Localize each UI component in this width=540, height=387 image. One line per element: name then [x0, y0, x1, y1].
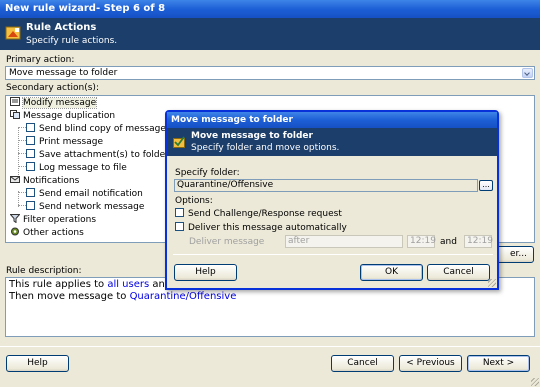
dialog-cancel-button[interactable]: Cancel — [427, 264, 490, 281]
checkbox-print-message[interactable] — [26, 136, 35, 145]
deliver-message-label: Deliver message — [189, 237, 265, 247]
option-challenge-row[interactable]: Send Challenge/Response request — [175, 208, 342, 219]
checkbox-challenge-response[interactable] — [175, 208, 184, 217]
primary-action-label: Primary action: — [6, 55, 75, 65]
tree-item-send-network-message[interactable]: Send network message — [26, 201, 144, 213]
tree-item-save-attachments[interactable]: Save attachment(s) to folder — [26, 149, 169, 161]
folder-field[interactable]: Quarantine/Offensive — [174, 179, 478, 192]
folder-link[interactable]: Quarantine/Offensive — [130, 291, 237, 302]
tree-item-other-actions[interactable]: Other actions — [10, 227, 84, 239]
chevron-down-icon[interactable] — [522, 68, 533, 78]
tree-item-modify-message[interactable]: Modify message — [10, 97, 98, 109]
tree-item-message-duplication[interactable]: Message duplication — [10, 110, 115, 122]
dialog-help-button[interactable]: Help — [174, 264, 237, 281]
and-label: and — [440, 237, 457, 247]
wizard-header: Rule Actions Specify rule actions. — [0, 18, 540, 50]
checkbox-send-email-notification[interactable] — [26, 188, 35, 197]
checkbox-log-message[interactable] — [26, 162, 35, 171]
dialog-header-subtitle: Specify folder and move options. — [191, 143, 340, 153]
resize-grip[interactable] — [531, 378, 539, 386]
dialog-header-title: Move message to folder — [191, 131, 313, 141]
cancel-button[interactable]: Cancel — [331, 355, 394, 372]
time-end-field[interactable]: 12:19 — [464, 235, 493, 248]
checkbox-send-blind-copy[interactable] — [26, 123, 35, 132]
checkbox-save-attachments[interactable] — [26, 149, 35, 158]
filter-icon — [10, 214, 20, 223]
option-deliver-row[interactable]: Deliver this message automatically — [175, 222, 347, 233]
dialog-header: Move message to folder Specify folder an… — [167, 128, 497, 156]
all-users-link[interactable]: all users — [107, 279, 149, 290]
modify-message-icon — [10, 97, 20, 106]
dialog-title: Move message to folder — [167, 112, 497, 128]
options-label: Options: — [175, 196, 213, 206]
tree-item-send-blind-copy[interactable]: Send blind copy of message — [26, 123, 166, 135]
primary-action-select[interactable]: Move message to folder — [5, 66, 535, 80]
tree-item-send-email-notification[interactable]: Send email notification — [26, 188, 143, 200]
secondary-actions-label: Secondary action(s): — [6, 83, 99, 93]
tree-item-notifications[interactable]: Notifications — [10, 175, 79, 187]
dialog-ok-button[interactable]: OK — [360, 264, 423, 281]
rule-description-label: Rule description: — [6, 266, 82, 276]
browse-folder-button[interactable]: ... — [479, 180, 493, 191]
previous-button[interactable]: < Previous — [399, 355, 462, 372]
header-title: Rule Actions — [26, 22, 97, 33]
move-message-dialog: Move message to folder Move message to f… — [165, 110, 499, 290]
checkbox-send-network-message[interactable] — [26, 201, 35, 210]
gear-icon — [11, 227, 19, 236]
dialog-resize-grip[interactable] — [488, 279, 496, 287]
duplicate-icon — [10, 110, 20, 119]
next-button[interactable]: Next > — [467, 355, 530, 372]
primary-action-value: Move message to folder — [9, 68, 118, 78]
tree-item-filter-operations[interactable]: Filter operations — [10, 214, 96, 226]
rule-actions-icon — [5, 26, 21, 40]
checkbox-deliver-automatically[interactable] — [175, 222, 184, 231]
checkmark-folder-icon — [173, 136, 185, 148]
notifications-icon — [10, 176, 20, 183]
help-button[interactable]: Help — [6, 355, 69, 372]
header-subtitle: Specify rule actions. — [26, 36, 118, 46]
deliver-timing-select[interactable]: after — [285, 235, 403, 248]
time-start-field[interactable]: 12:19 — [407, 235, 436, 248]
window-title: New rule wizard- Step 6 of 8 — [0, 0, 540, 18]
tree-item-log-message[interactable]: Log message to file — [26, 162, 127, 174]
tree-item-print-message[interactable]: Print message — [26, 136, 103, 148]
specify-folder-label: Specify folder: — [175, 168, 240, 178]
